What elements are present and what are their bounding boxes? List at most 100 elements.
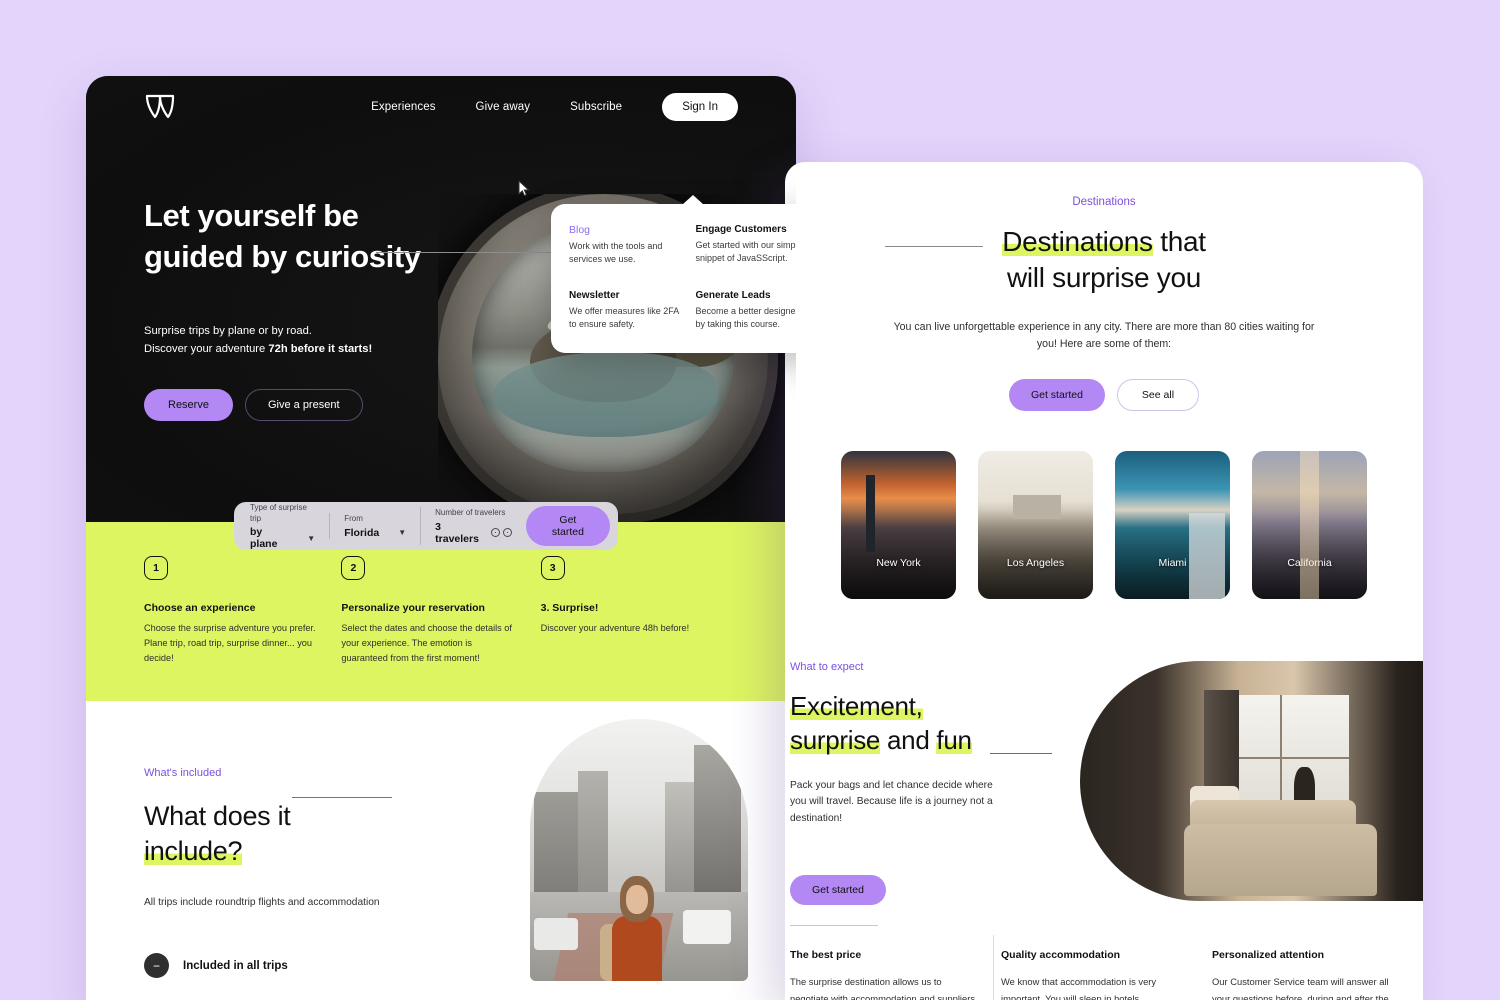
quantity-stepper[interactable] — [490, 528, 512, 538]
decrement-icon[interactable] — [490, 528, 500, 538]
benefit-title: Personalized attention — [1212, 949, 1325, 962]
destination-card-label: Miami — [1158, 557, 1187, 570]
destination-card-label: New York — [876, 557, 921, 570]
page-root: Experiences Give away Subscribe Sign In … — [0, 0, 1500, 1000]
benefit-title: The best price — [790, 949, 862, 962]
column-divider — [993, 935, 994, 1000]
destinations-eyebrow: Destinations — [1072, 196, 1136, 208]
expect-heading-rule — [990, 753, 1052, 755]
search-field-from[interactable]: From Florida ▼ — [329, 513, 420, 539]
step-item: 1 Choose an experience Choose the surpri… — [144, 556, 341, 666]
chevron-down-icon[interactable]: ▼ — [307, 534, 315, 543]
get-started-button[interactable]: Get started — [525, 506, 610, 546]
hero-title-line1: Let yourself be — [144, 198, 359, 233]
field-value: 3 travelers — [435, 521, 512, 545]
hero-sub-line1: Surprise trips by plane or by road. — [144, 324, 312, 337]
hero-underline-rule — [376, 252, 558, 253]
nav-link-subscribe[interactable]: Subscribe — [570, 101, 622, 113]
expect-heading-line2-a: surprise — [790, 725, 881, 756]
increment-icon[interactable] — [502, 528, 512, 538]
field-value-text: Florida — [344, 526, 380, 539]
nav-link-give-away[interactable]: Give away — [476, 101, 531, 113]
nav-links: Experiences Give away Subscribe Sign In — [371, 93, 738, 121]
destination-card-new-york[interactable]: New York — [841, 451, 956, 600]
hero-buttons: Reserve Give a present — [144, 388, 474, 421]
dropdown-item-title: Engage Customers — [695, 224, 787, 235]
what-to-expect-section: What to expect Excitement, surprise and … — [785, 661, 1423, 1000]
step-title: 3. Surprise! — [540, 602, 599, 614]
step-description: Discover your adventure 48h before! — [540, 623, 690, 633]
expect-heading-line1: Excitement, — [790, 691, 923, 722]
hero-subtitle: Surprise trips by plane or by road. Disc… — [144, 322, 474, 359]
benefit-description: The surprise destination allows us to ne… — [790, 976, 976, 1000]
trip-search-bar: Type of surprise trip by plane ▼ From Fl… — [234, 502, 618, 550]
step-title: Choose an experience — [144, 602, 256, 614]
benefit-title: Quality accommodation — [1001, 949, 1121, 962]
search-field-travelers[interactable]: Number of travelers 3 travelers — [420, 507, 526, 545]
step-number-badge: 1 — [144, 556, 168, 580]
dropdown-item-engage-customers[interactable]: Engage Customers Get started with our si… — [696, 224, 797, 266]
give-a-present-button[interactable]: Give a present — [244, 388, 363, 421]
dropdown-item-newsletter[interactable]: Newsletter We offer measures like 2FA to… — [569, 290, 682, 331]
destination-card-label: California — [1287, 557, 1332, 570]
expect-heading-line2-c: fun — [936, 725, 972, 756]
sign-in-button[interactable]: Sign In — [662, 93, 738, 121]
brand-logo-w-icon[interactable] — [144, 93, 176, 121]
benefit-description: Our Customer Service team will answer al… — [1212, 976, 1389, 1000]
included-heading-line1: What does it — [144, 801, 291, 831]
field-value: Florida ▼ — [344, 527, 406, 539]
traveler-city-photo — [530, 719, 748, 981]
destinations-heading-rest: that — [1152, 226, 1206, 257]
hero-sub-line2-strong: 72h before it starts! — [268, 343, 373, 356]
destination-card-label: Los Angeles — [1006, 557, 1065, 570]
included-row-title: Included in all trips — [183, 959, 288, 972]
search-field-trip-type[interactable]: Type of surprise trip by plane ▼ — [250, 502, 329, 550]
benefit-description: We know that accommodation is very impor… — [1001, 976, 1157, 1000]
subscribe-dropdown-menu: Blog Work with the tools and services we… — [551, 194, 797, 354]
top-navbar: Experiences Give away Subscribe Sign In — [86, 76, 796, 138]
benefit-column-personalized-attention: Personalized attention Our Customer Serv… — [1212, 949, 1423, 1000]
field-label: From — [344, 514, 363, 524]
step-title: Personalize your reservation — [341, 602, 485, 614]
dropdown-item-title: Generate Leads — [695, 290, 771, 302]
dropdown-item-blog[interactable]: Blog Work with the tools and services we… — [569, 224, 682, 266]
destinations-get-started-button[interactable]: Get started — [1008, 379, 1105, 412]
mouse-cursor-icon — [518, 179, 531, 203]
expect-eyebrow: What to expect — [790, 661, 864, 674]
left-browser-panel: Experiences Give away Subscribe Sign In … — [86, 76, 796, 1000]
benefit-column-best-price: The best price The surprise destination … — [785, 935, 1001, 1000]
step-item: 2 Personalize your reservation Select th… — [341, 556, 540, 666]
dropdown-item-desc: Work with the tools and services we use. — [569, 241, 663, 265]
step-description: Select the dates and choose the details … — [341, 623, 512, 663]
destinations-header: Destinations Destinations that will surp… — [785, 162, 1423, 412]
dropdown-item-desc: We offer measures like 2FA to ensure saf… — [569, 306, 679, 330]
step-item: 3 3. Surprise! Discover your adventure 4… — [540, 556, 738, 666]
reserve-button[interactable]: Reserve — [144, 388, 233, 421]
whats-included-section: What's included What does it include? Al… — [86, 701, 796, 1000]
dropdown-item-generate-leads[interactable]: Generate Leads Become a better designer … — [696, 290, 797, 331]
nav-link-experiences[interactable]: Experiences — [371, 101, 435, 113]
destination-card-los-angeles[interactable]: Los Angeles — [978, 451, 1093, 600]
destinations-see-all-button[interactable]: See all — [1116, 379, 1200, 412]
hotel-room-photo — [1080, 661, 1423, 902]
destination-cards: New York Los Angeles Miami California — [785, 451, 1423, 600]
destination-card-miami[interactable]: Miami — [1115, 451, 1230, 600]
step-number-badge: 2 — [341, 556, 366, 580]
expect-text-block: What to expect Excitement, surprise and … — [785, 661, 1085, 906]
field-label: Number of travelers — [435, 508, 506, 518]
destinations-paragraph: You can live unforgettable experience in… — [893, 320, 1315, 350]
destinations-heading: Destinations that will surprise you — [825, 224, 1383, 297]
chevron-down-icon[interactable]: ▼ — [398, 528, 406, 537]
expect-get-started-button[interactable]: Get started — [790, 875, 886, 906]
expect-heading-line2-b: and — [880, 725, 937, 756]
hero-title: Let yourself be guided by curiosity — [144, 196, 474, 278]
minus-icon[interactable]: − — [144, 953, 169, 979]
field-value: by plane ▼ — [250, 526, 315, 550]
dropdown-item-desc: Get started with our simple snippet of J… — [695, 240, 797, 264]
step-number-badge: 3 — [540, 556, 565, 580]
included-heading: What does it include? — [144, 799, 291, 868]
field-label: Type of surprise trip — [250, 502, 307, 523]
step-description: Choose the surprise adventure you prefer… — [144, 623, 316, 663]
destination-card-california[interactable]: California — [1252, 451, 1367, 600]
field-value-text: by plane — [250, 526, 278, 551]
